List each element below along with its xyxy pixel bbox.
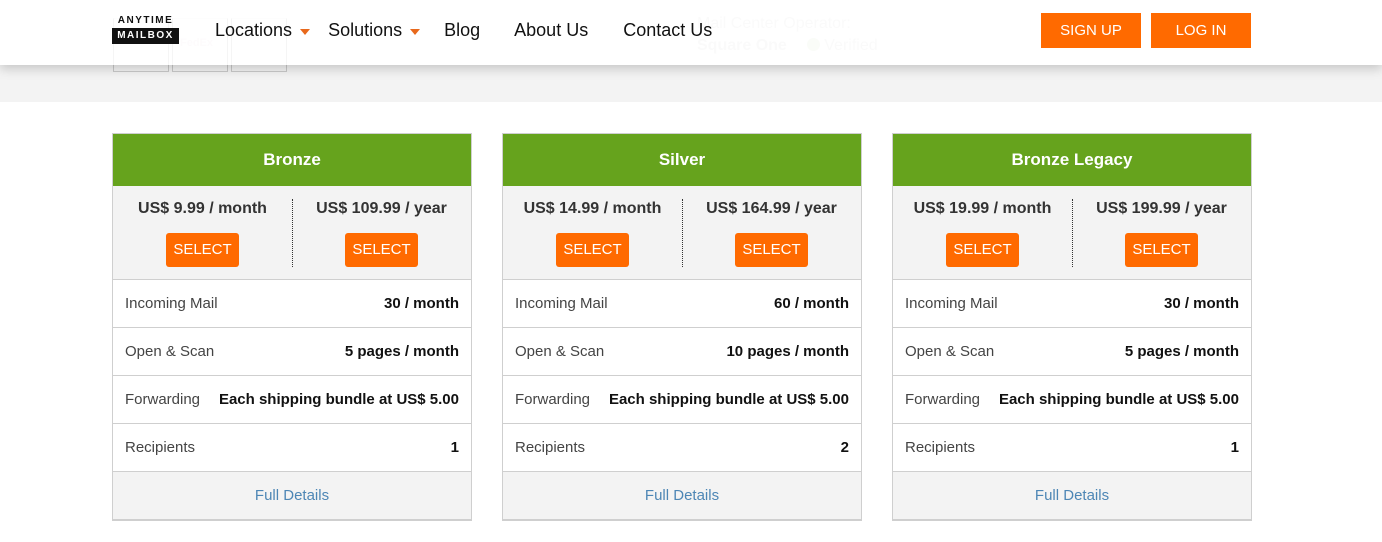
feature-value: Each shipping bundle at US$ 5.00 [998, 391, 1239, 408]
feature-row: Forwarding Each shipping bundle at US$ 5.… [503, 376, 861, 424]
main-nav: Locations Solutions Blog About Us Contac… [215, 20, 744, 41]
full-details-link[interactable]: Full Details [113, 472, 471, 519]
select-monthly-button[interactable]: SELECT [946, 233, 1019, 267]
feature-label: Incoming Mail [515, 295, 608, 312]
feature-row: Open & Scan 10 pages / month [503, 328, 861, 376]
feature-row: Recipients 2 [503, 424, 861, 472]
feature-value: 30 / month [1163, 295, 1239, 312]
nav-label: About Us [514, 20, 589, 40]
full-details-link[interactable]: Full Details [893, 472, 1251, 519]
price-divider [682, 199, 683, 267]
select-yearly-button[interactable]: SELECT [1125, 233, 1198, 267]
log-in-button[interactable]: LOG IN [1151, 13, 1251, 48]
feature-label: Open & Scan [515, 343, 605, 360]
feature-row: Incoming Mail 30 / month [113, 280, 471, 328]
select-monthly-button[interactable]: SELECT [166, 233, 239, 267]
nav-solutions[interactable]: Solutions [328, 20, 421, 41]
nav-label: Solutions [328, 20, 403, 40]
feature-value: 30 / month [383, 295, 459, 312]
nav-label: Contact Us [623, 20, 713, 40]
feature-label: Forwarding [905, 391, 981, 408]
yearly-price-column: US$ 164.99 / year SELECT [682, 186, 861, 279]
yearly-price-column: US$ 109.99 / year SELECT [292, 186, 471, 279]
feature-label: Recipients [905, 439, 976, 456]
feature-row: Forwarding Each shipping bundle at US$ 5.… [113, 376, 471, 424]
monthly-price-column: US$ 9.99 / month SELECT [113, 186, 292, 279]
nav-contact-us[interactable]: Contact Us [623, 20, 712, 41]
feature-value: 5 pages / month [1124, 343, 1239, 360]
price-divider [292, 199, 293, 267]
price-area: US$ 14.99 / month SELECT US$ 164.99 / ye… [503, 186, 861, 280]
feature-label: Forwarding [125, 391, 201, 408]
yearly-price: US$ 164.99 / year [706, 200, 837, 217]
plans-list: Bronze US$ 9.99 / month SELECT US$ 109.9… [112, 133, 1252, 521]
feature-row: Forwarding Each shipping bundle at US$ 5.… [893, 376, 1251, 424]
feature-label: Recipients [515, 439, 586, 456]
feature-label: Recipients [125, 439, 196, 456]
feature-value: Each shipping bundle at US$ 5.00 [218, 391, 459, 408]
plan-title: Silver [503, 134, 861, 186]
yearly-price-column: US$ 199.99 / year SELECT [1072, 186, 1251, 279]
feature-value: 1 [450, 439, 459, 456]
select-yearly-button[interactable]: SELECT [735, 233, 808, 267]
caret-down-icon [410, 29, 421, 35]
sign-up-button[interactable]: SIGN UP [1041, 13, 1141, 48]
plan-card-bronze-legacy: Bronze Legacy US$ 19.99 / month SELECT U… [892, 133, 1252, 521]
monthly-price-column: US$ 14.99 / month SELECT [503, 186, 682, 279]
nav-locations[interactable]: Locations [215, 20, 311, 41]
nav-label: Blog [444, 20, 481, 40]
feature-value: 5 pages / month [344, 343, 459, 360]
feature-row: Recipients 1 [893, 424, 1251, 472]
feature-value: 60 / month [773, 295, 849, 312]
monthly-price: US$ 9.99 / month [138, 200, 267, 217]
anytime-mailbox-logo[interactable]: ANYTIME MAILBOX [112, 15, 179, 44]
feature-label: Open & Scan [905, 343, 995, 360]
yearly-price: US$ 109.99 / year [316, 200, 447, 217]
nav-label: Locations [215, 20, 293, 40]
select-monthly-button[interactable]: SELECT [556, 233, 629, 267]
logo-bottom-text: MAILBOX [112, 28, 179, 44]
site-header: ANYTIME MAILBOX Locations Solutions Blog… [0, 0, 1382, 65]
plan-card-bronze: Bronze US$ 9.99 / month SELECT US$ 109.9… [112, 133, 472, 521]
feature-row: Incoming Mail 60 / month [503, 280, 861, 328]
plan-title: Bronze Legacy [893, 134, 1251, 186]
plan-card-silver: Silver US$ 14.99 / month SELECT US$ 164.… [502, 133, 862, 521]
nav-about-us[interactable]: About Us [514, 20, 588, 41]
price-area: US$ 19.99 / month SELECT US$ 199.99 / ye… [893, 186, 1251, 280]
feature-label: Incoming Mail [905, 295, 998, 312]
logo-top-text: ANYTIME [117, 15, 174, 26]
monthly-price: US$ 14.99 / month [523, 200, 662, 217]
feature-label: Incoming Mail [125, 295, 218, 312]
plan-title: Bronze [113, 134, 471, 186]
monthly-price: US$ 19.99 / month [913, 200, 1052, 217]
monthly-price-column: US$ 19.99 / month SELECT [893, 186, 1072, 279]
feature-row: Open & Scan 5 pages / month [113, 328, 471, 376]
nav-blog[interactable]: Blog [444, 20, 480, 41]
feature-row: Open & Scan 5 pages / month [893, 328, 1251, 376]
feature-row: Recipients 1 [113, 424, 471, 472]
feature-row: Incoming Mail 30 / month [893, 280, 1251, 328]
feature-value: 10 pages / month [726, 343, 849, 360]
feature-value: 2 [840, 439, 849, 456]
price-area: US$ 9.99 / month SELECT US$ 109.99 / yea… [113, 186, 471, 280]
full-details-link[interactable]: Full Details [503, 472, 861, 519]
yearly-price: US$ 199.99 / year [1096, 200, 1227, 217]
feature-value: Each shipping bundle at US$ 5.00 [608, 391, 849, 408]
feature-label: Open & Scan [125, 343, 215, 360]
price-divider [1072, 199, 1073, 267]
caret-down-icon [300, 29, 311, 35]
select-yearly-button[interactable]: SELECT [345, 233, 418, 267]
feature-label: Forwarding [515, 391, 591, 408]
feature-value: 1 [1230, 439, 1239, 456]
